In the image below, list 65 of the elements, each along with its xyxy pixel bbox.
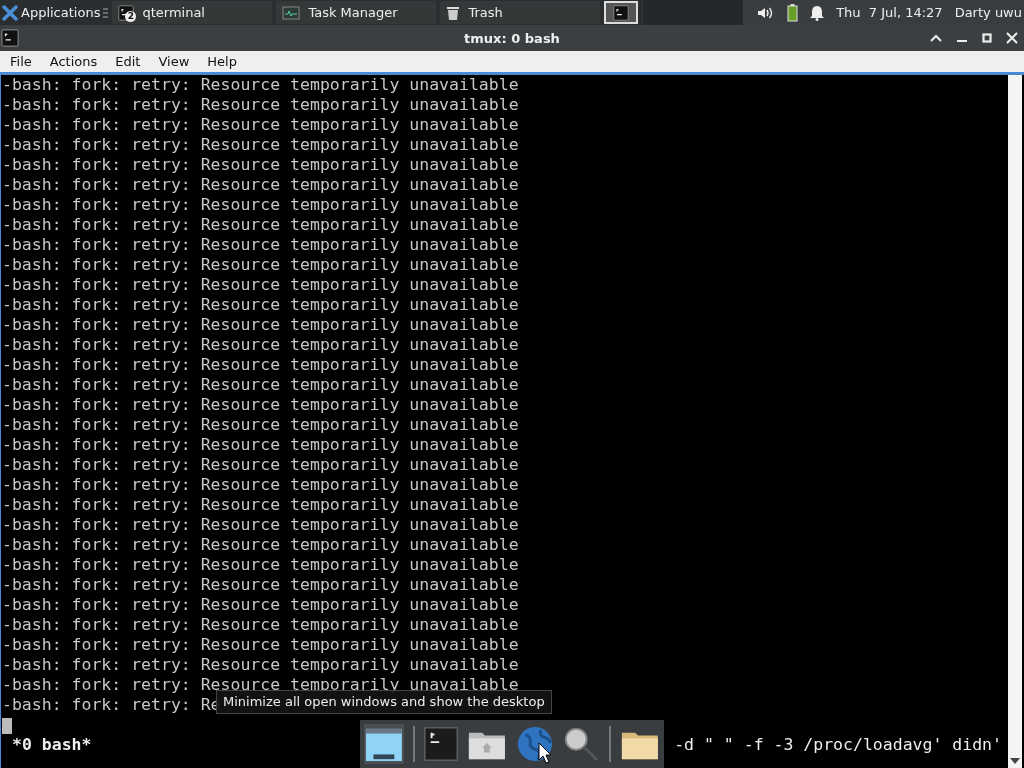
terminal-line: -bash: fork: retry: Resource temporarily unavailable bbox=[1, 595, 519, 615]
window-title: tmux: 0 bash bbox=[464, 30, 560, 46]
terminal-line: -bash: fork: retry: Resource temporarily unavailable bbox=[1, 615, 519, 635]
cursor bbox=[2, 717, 12, 734]
terminal-line: -bash: fork: retry: Resource temporarily unavailable bbox=[1, 575, 519, 595]
x-logo-icon bbox=[2, 4, 18, 21]
terminal-line: -bash: fork: retry: Resource temporarily unavailable bbox=[1, 455, 519, 475]
taskbar-button[interactable]: Trash bbox=[440, 1, 601, 24]
terminal-line: -bash: fork: retry: Resource temporarily unavailable bbox=[1, 415, 519, 435]
terminal-line: -bash: fork: retry: Resource temporarily unavailable bbox=[1, 255, 519, 275]
trash-icon bbox=[446, 4, 461, 21]
terminal-icon bbox=[1, 29, 19, 47]
terminal-line: -bash: fork: retry: Resource temporarily unavailable bbox=[1, 215, 519, 235]
terminal-line: -bash: fork: retry: Resource temporarily unavailable bbox=[1, 115, 519, 135]
terminal-line: -bash: fork: retry: Resource temporarily unavailable bbox=[1, 155, 519, 175]
terminal-line: -bash: fork: retry: Resource temporarily unavailable bbox=[1, 135, 519, 155]
terminal-icon[interactable] bbox=[423, 726, 458, 762]
terminal-line: -bash: fork: retry: Resource temporarily unavailable bbox=[1, 515, 519, 535]
terminal-line: -bash: fork: retry: Resource temporarily unavailable bbox=[1, 655, 519, 675]
terminal-line: -bash: fork: retry: Resource temporarily unavailable bbox=[1, 75, 519, 95]
terminal-line: -bash: fork: retry: Resource temporarily unavailable bbox=[1, 475, 519, 495]
close-button[interactable] bbox=[1006, 32, 1018, 44]
terminal-line: -bash: fork: retry: Resource temporarily unavailable bbox=[1, 435, 519, 455]
menu-item[interactable]: View bbox=[148, 54, 198, 69]
applications-menu[interactable]: Applications bbox=[0, 4, 103, 21]
terminal-line: -bash: fork: retry: Resource temporarily unavailable bbox=[1, 195, 519, 215]
taskbar-button[interactable]: 2 qterminal bbox=[112, 1, 273, 24]
menu-item[interactable]: Help bbox=[197, 54, 245, 69]
monitor-icon bbox=[282, 5, 301, 20]
terminal-line: -bash: fork: retry: Resource temporarily unavailable bbox=[1, 235, 519, 255]
clock[interactable]: Thu 7 Jul, 14:27 bbox=[836, 5, 943, 20]
terminal-line: -bash: fork: retry: Resource temporarily unavailable bbox=[1, 495, 519, 515]
menu-item[interactable]: Actions bbox=[39, 54, 106, 69]
terminal-line: -bash: fork: retry: Resource temporarily unavailable bbox=[1, 355, 519, 375]
terminal-icon bbox=[118, 4, 135, 21]
mouse-pointer-icon bbox=[538, 742, 552, 764]
tooltip: Minimize all open windows and show the desktop bbox=[216, 690, 552, 714]
menu-item[interactable]: File bbox=[0, 54, 40, 69]
scrollbar[interactable] bbox=[1008, 75, 1022, 768]
taskbar-button[interactable]: Task Manager bbox=[276, 1, 437, 24]
terminal-line: -bash: fork: retry: Resource temporarily unavailable bbox=[1, 555, 519, 575]
terminal-line: -bash: fork: retry: Resource temporarily unavailable bbox=[1, 275, 519, 295]
terminal-line: -bash: fork: retry: Resource temporarily unavailable bbox=[1, 375, 519, 395]
terminal-icon bbox=[613, 4, 630, 21]
tmux-window-status: *0 bash* bbox=[11, 735, 92, 755]
terminal-line: -bash: fork: retry: Resource temporarily unavailable bbox=[1, 335, 519, 355]
user-name[interactable]: Darty uwu bbox=[954, 5, 1022, 20]
show-desktop-icon[interactable] bbox=[364, 724, 404, 764]
maximize-button[interactable] bbox=[982, 33, 992, 43]
scroll-down-icon[interactable] bbox=[1010, 758, 1020, 764]
tmux-status-text: -d " " -f -3 /proc/loadavg' didn' bbox=[674, 735, 1003, 755]
menu-grip-icon bbox=[103, 7, 109, 18]
menu-item[interactable]: Edit bbox=[105, 54, 149, 69]
terminal-line: -bash: fork: retry: Resource temporarily unavailable bbox=[1, 635, 519, 655]
terminal-line: -bash: fork: retry: Resource temporarily unavailable bbox=[1, 295, 519, 315]
shade-button[interactable] bbox=[930, 34, 942, 42]
notification-bell-icon[interactable] bbox=[810, 4, 825, 21]
window-count-badge: 2 bbox=[125, 10, 137, 22]
terminal-line: -bash: fork: retry: Resource temporarily unavailable bbox=[1, 395, 519, 415]
terminal-line: -bash: fork: retry: Resource temporarily unavailable bbox=[1, 95, 519, 115]
taskbar-button[interactable] bbox=[604, 1, 639, 24]
battery-icon[interactable] bbox=[787, 3, 799, 22]
terminal-line: -bash: fork: retry: Resource temporarily unavailable bbox=[1, 315, 519, 335]
terminal-line: -bash: fork: retry: Resource temporarily unavailable bbox=[1, 535, 519, 555]
terminal-line: -bash: fork: retry: Resource temporarily unavailable bbox=[1, 175, 519, 195]
